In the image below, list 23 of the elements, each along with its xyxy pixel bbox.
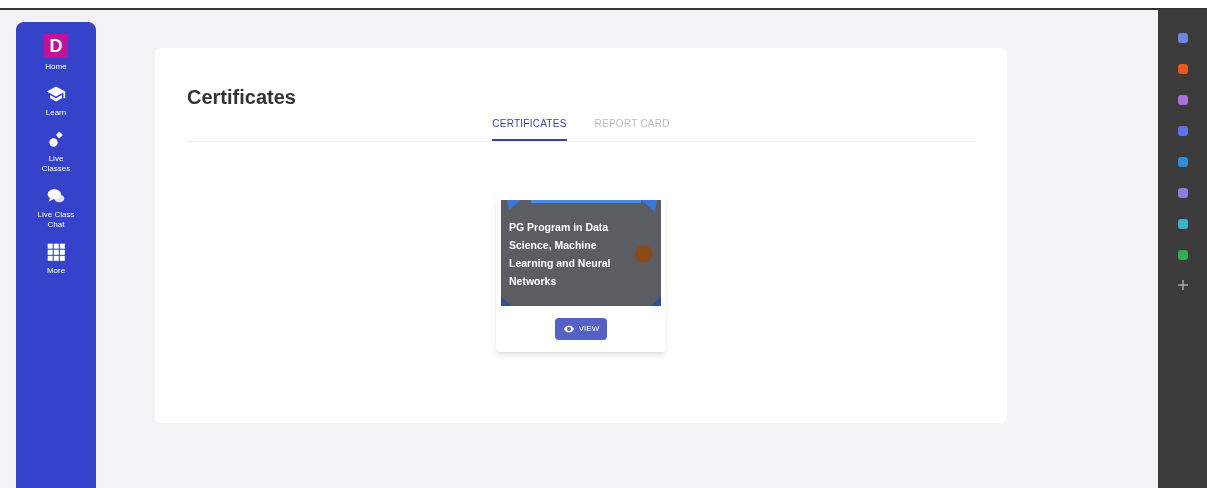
sidebar-item[interactable]: Live Class Chat bbox=[21, 186, 91, 230]
grid-icon bbox=[46, 242, 66, 262]
extension-icon[interactable] bbox=[1176, 94, 1189, 106]
certificate-title: PG Program in Data Science, Machine Learning and Neural Networks bbox=[509, 220, 612, 289]
graduation-cap-icon bbox=[46, 84, 66, 104]
plus-icon[interactable] bbox=[1177, 280, 1188, 290]
logo-icon: D bbox=[44, 34, 68, 58]
extension-icon[interactable] bbox=[1176, 218, 1189, 230]
extension-icon[interactable] bbox=[1176, 249, 1189, 261]
sidebar-item[interactable]: More bbox=[21, 242, 91, 276]
extension-icon[interactable] bbox=[1176, 156, 1189, 168]
sidebar-item[interactable]: Learn bbox=[21, 84, 91, 118]
tab[interactable]: CERTIFICATES bbox=[492, 116, 567, 141]
extension-icon[interactable] bbox=[1176, 187, 1189, 199]
seal-icon bbox=[635, 245, 653, 263]
sidebar-item[interactable]: D Home bbox=[21, 34, 91, 72]
sidebar-item[interactable]: Live Classes bbox=[21, 130, 91, 174]
extension-icon[interactable] bbox=[1176, 125, 1189, 137]
view-button[interactable]: VIEW bbox=[554, 318, 608, 340]
extension-icon[interactable] bbox=[1176, 63, 1189, 75]
page-title: Certificates bbox=[187, 85, 297, 110]
eye-icon bbox=[562, 323, 575, 335]
extension-icon[interactable] bbox=[1176, 32, 1189, 44]
